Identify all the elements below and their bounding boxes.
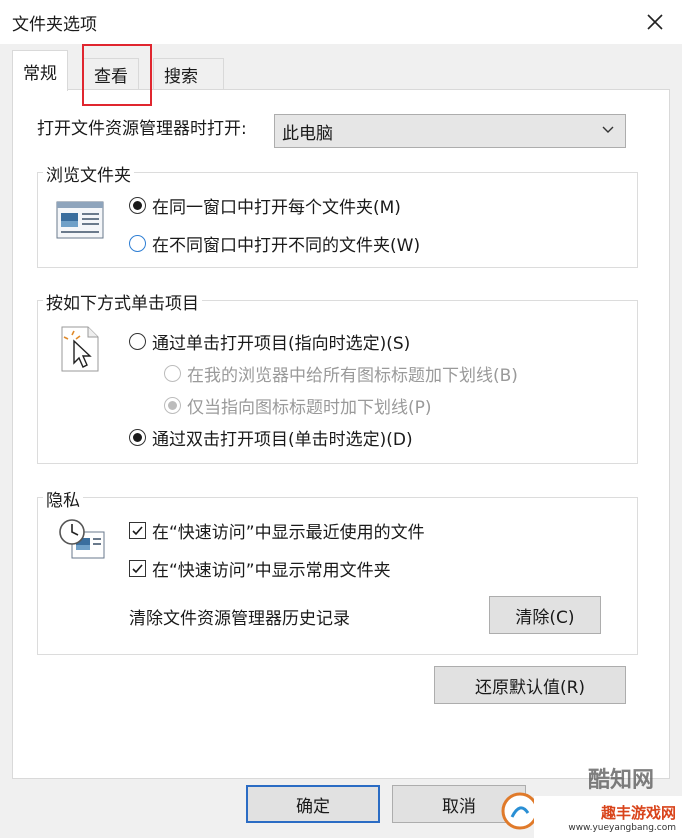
tab-general-label: 常规 bbox=[23, 63, 57, 84]
underline-all-radio bbox=[164, 365, 181, 382]
click-items-group: 按如下方式单击项目 通过单击打开项目(指向时选定)(S) 在我的浏览器中给所有图… bbox=[37, 289, 638, 464]
tab-general[interactable]: 常规 bbox=[12, 50, 68, 91]
click-pointer-icon bbox=[60, 325, 104, 378]
clear-history-button-label: 清除(C) bbox=[515, 607, 575, 628]
single-click-label: 通过单击打开项目(指向时选定)(S) bbox=[152, 334, 411, 354]
close-icon bbox=[647, 14, 663, 30]
browse-new-window-radio[interactable] bbox=[129, 235, 146, 252]
recent-files-checkbox[interactable] bbox=[129, 522, 146, 539]
checkmark-icon bbox=[132, 564, 143, 574]
title-bar: 文件夹选项 bbox=[0, 0, 682, 44]
privacy-group: 隐私 在“快速访问”中显示最近使用的文件 在“快速访问”中显示常用文件夹 清除文… bbox=[37, 486, 638, 655]
frequent-folders-option[interactable]: 在“快速访问”中显示常用文件夹 bbox=[129, 556, 391, 581]
frequent-folders-checkbox[interactable] bbox=[129, 560, 146, 577]
open-explorer-value: 此电脑 bbox=[282, 123, 333, 144]
double-click-radio[interactable] bbox=[129, 429, 146, 446]
privacy-clock-icon bbox=[58, 518, 106, 567]
browse-folders-title: 浏览文件夹 bbox=[43, 161, 134, 186]
watermark-site-url: www.yueyangbang.com bbox=[568, 822, 676, 833]
tab-search-label: 搜索 bbox=[164, 67, 198, 87]
restore-defaults-button[interactable]: 还原默认值(R) bbox=[434, 666, 626, 704]
close-button[interactable] bbox=[638, 6, 672, 38]
open-explorer-select[interactable]: 此电脑 bbox=[274, 114, 626, 148]
checkmark-icon bbox=[132, 526, 143, 536]
watermark-brand: 酷知网 bbox=[587, 768, 654, 793]
underline-hover-radio bbox=[164, 397, 181, 414]
chevron-down-icon bbox=[602, 126, 614, 133]
open-explorer-label: 打开文件资源管理器时打开: bbox=[37, 119, 247, 139]
browse-same-window-option[interactable]: 在同一窗口中打开每个文件夹(M) bbox=[129, 193, 401, 218]
ok-button[interactable]: 确定 bbox=[246, 785, 380, 823]
browse-folders-group: 浏览文件夹 在同一窗口中打开每个文件夹(M) 在不同窗口中打开不同的文件夹(W) bbox=[37, 161, 638, 268]
underline-all-option: 在我的浏览器中给所有图标标题加下划线(B) bbox=[164, 361, 518, 386]
tab-view-label: 查看 bbox=[94, 67, 128, 87]
browse-window-icon bbox=[56, 201, 104, 244]
underline-hover-option: 仅当指向图标标题时加下划线(P) bbox=[164, 393, 432, 418]
window-title: 文件夹选项 bbox=[12, 15, 97, 35]
watermark-site-name: 趣丰游戏网 bbox=[600, 803, 676, 822]
tab-view[interactable]: 查看 bbox=[83, 58, 139, 90]
clear-history-button[interactable]: 清除(C) bbox=[489, 596, 601, 634]
browse-same-window-label: 在同一窗口中打开每个文件夹(M) bbox=[152, 198, 401, 218]
double-click-label: 通过双击打开项目(单击时选定)(D) bbox=[152, 430, 413, 450]
browse-new-window-option[interactable]: 在不同窗口中打开不同的文件夹(W) bbox=[129, 231, 420, 256]
frequent-folders-label: 在“快速访问”中显示常用文件夹 bbox=[152, 561, 391, 581]
tab-strip: 常规 查看 搜索 bbox=[0, 44, 682, 106]
single-click-option[interactable]: 通过单击打开项目(指向时选定)(S) bbox=[129, 329, 410, 354]
underline-hover-label: 仅当指向图标标题时加下划线(P) bbox=[187, 398, 432, 418]
cancel-button-label: 取消 bbox=[442, 796, 476, 817]
restore-defaults-label: 还原默认值(R) bbox=[474, 677, 586, 698]
privacy-title: 隐私 bbox=[43, 486, 83, 511]
recent-files-option[interactable]: 在“快速访问”中显示最近使用的文件 bbox=[129, 518, 425, 543]
browse-same-window-radio[interactable] bbox=[129, 197, 146, 214]
ok-button-label: 确定 bbox=[296, 796, 330, 817]
watermark-site: 趣丰游戏网 www.yueyangbang.com bbox=[534, 796, 682, 838]
recent-files-label: 在“快速访问”中显示最近使用的文件 bbox=[152, 523, 425, 543]
underline-all-label: 在我的浏览器中给所有图标标题加下划线(B) bbox=[187, 366, 518, 386]
click-items-title: 按如下方式单击项目 bbox=[43, 289, 202, 314]
open-explorer-row: 打开文件资源管理器时打开: bbox=[37, 114, 247, 139]
single-click-radio[interactable] bbox=[129, 333, 146, 350]
browse-new-window-label: 在不同窗口中打开不同的文件夹(W) bbox=[152, 236, 421, 256]
clear-history-label: 清除文件资源管理器历史记录 bbox=[129, 609, 350, 629]
double-click-option[interactable]: 通过双击打开项目(单击时选定)(D) bbox=[129, 425, 413, 450]
general-panel: 打开文件资源管理器时打开: 此电脑 浏览文件夹 在同一窗口中打开每个文件夹(M) bbox=[12, 89, 670, 779]
tab-search[interactable]: 搜索 bbox=[153, 58, 224, 90]
